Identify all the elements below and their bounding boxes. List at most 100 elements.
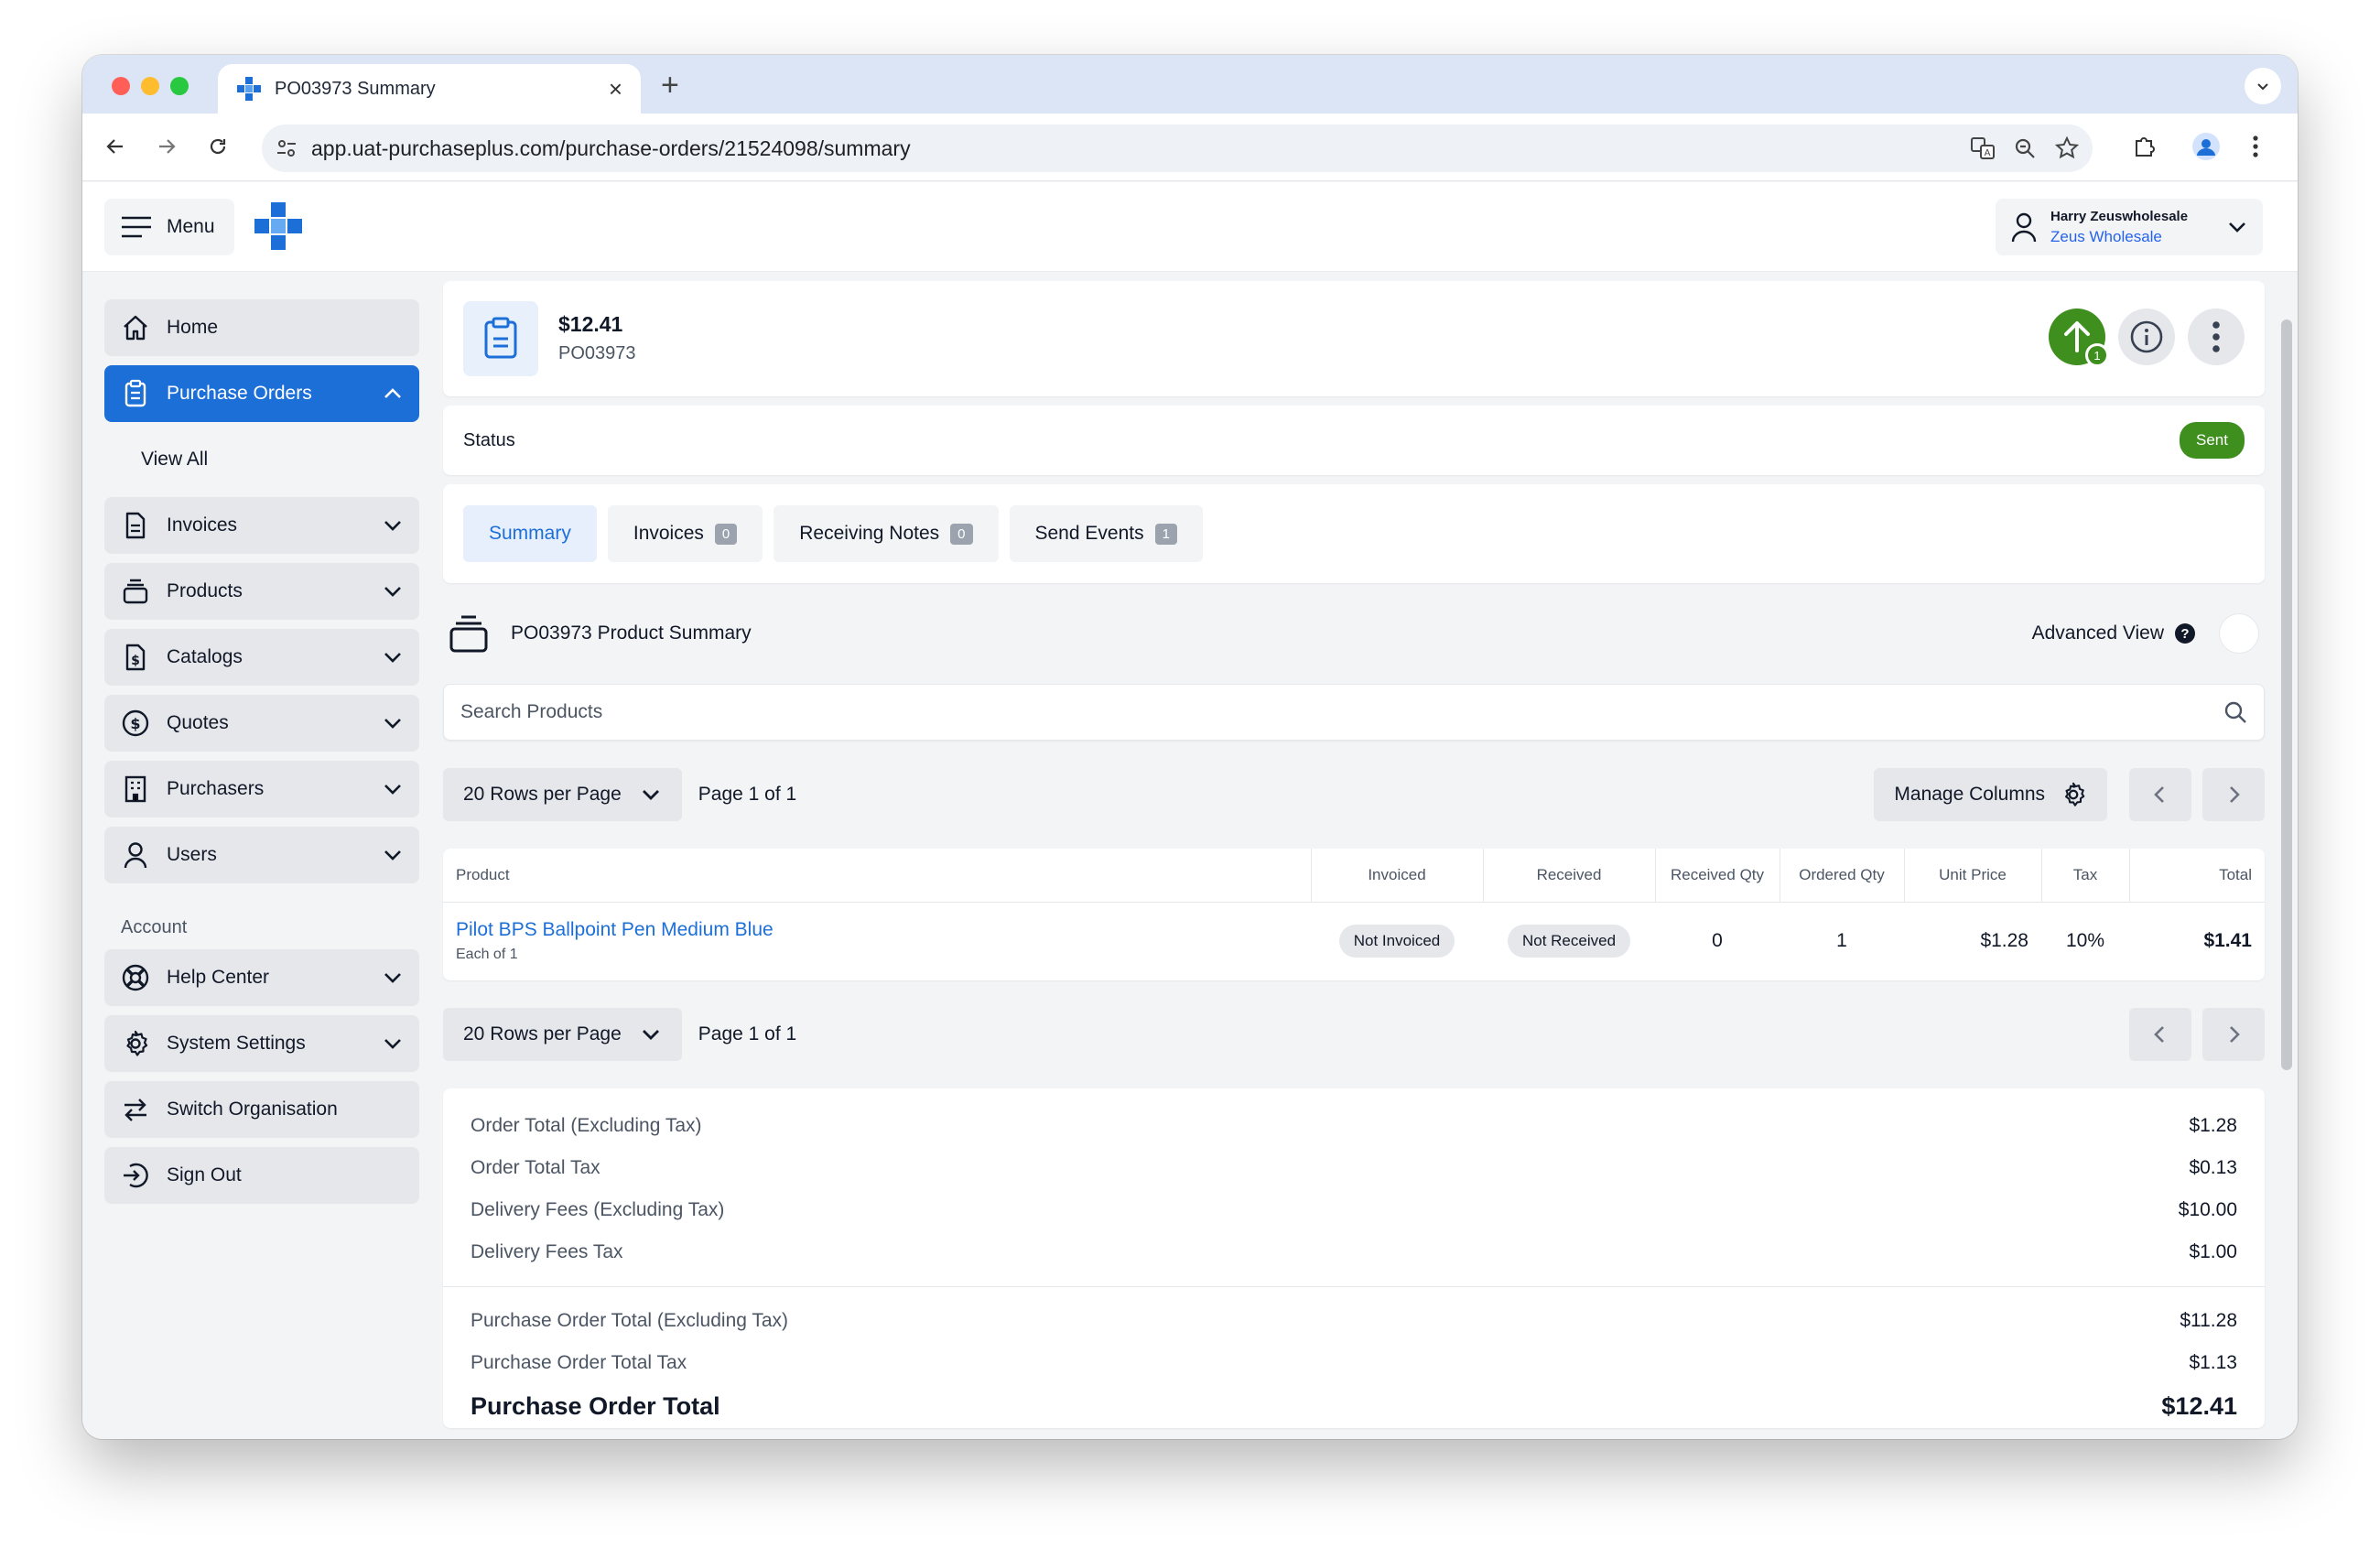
sidebar-item-catalogs[interactable]: $ Catalogs [104, 629, 419, 686]
help-question-icon[interactable]: ? [2175, 623, 2195, 644]
chevron-down-icon [384, 653, 401, 663]
user-organisation: Zeus Wholesale [2050, 227, 2162, 245]
sidebar-item-switch-organisation[interactable]: Switch Organisation [104, 1081, 419, 1138]
site-settings-icon[interactable] [275, 136, 298, 160]
tab-search-button[interactable] [2245, 68, 2281, 104]
sidebar-item-users[interactable]: Users [104, 827, 419, 883]
product-name-link[interactable]: Pilot BPS Ballpoint Pen Medium Blue [456, 919, 1298, 941]
favicon-icon [237, 77, 261, 101]
total-cell: $1.41 [2203, 930, 2252, 952]
sidebar-item-products[interactable]: Products [104, 563, 419, 620]
zoom-icon[interactable] [2012, 135, 2038, 161]
totals-value: $1.13 [2189, 1352, 2237, 1373]
chevron-down-icon [642, 1030, 659, 1040]
tab-invoices[interactable]: Invoices 0 [607, 505, 763, 562]
next-page-button[interactable] [2202, 1008, 2265, 1061]
close-window-button[interactable] [112, 77, 130, 95]
manage-columns-button[interactable]: Manage Columns [1874, 768, 2107, 821]
info-button[interactable] [2118, 309, 2175, 365]
sidebar-subitem-view-all[interactable]: View All [104, 431, 419, 488]
search-products-bar [443, 684, 2265, 741]
reload-icon[interactable] [201, 130, 234, 163]
sidebar-item-sign-out[interactable]: Sign Out [104, 1147, 419, 1204]
gear-icon [2065, 782, 2085, 806]
page-indicator: Page 1 of 1 [698, 784, 797, 805]
previous-page-button[interactable] [2129, 768, 2191, 821]
browser-menu-icon[interactable] [2239, 130, 2272, 163]
tab-label: Receiving Notes [799, 523, 940, 544]
user-menu-button[interactable]: Harry Zeuswholesale Zeus Wholesale [1996, 199, 2263, 255]
main-content: $12.41 PO03973 1 Status Sent Summary Inv… [443, 281, 2265, 1428]
address-bar[interactable]: app.uat-purchaseplus.com/purchase-orders… [262, 124, 2093, 172]
clipboard-icon [484, 317, 517, 359]
advanced-view-toggle[interactable] [2219, 613, 2259, 654]
search-icon[interactable] [2223, 700, 2247, 724]
column-header[interactable]: Invoiced [1310, 849, 1483, 903]
chevron-right-icon [2230, 1026, 2240, 1043]
totals-value: $11.28 [2180, 1310, 2237, 1331]
chevron-left-icon [2154, 1026, 2164, 1043]
sidebar-item-purchase-orders[interactable]: Purchase Orders [104, 365, 419, 422]
rows-per-page-select[interactable]: 20 Rows per Page [443, 768, 682, 821]
tab-summary[interactable]: Summary [463, 505, 597, 562]
translate-icon[interactable]: A [1970, 135, 1996, 161]
totals-value: $10.00 [2178, 1199, 2237, 1220]
svg-text:$: $ [131, 654, 140, 668]
status-label: Status [463, 429, 515, 450]
tab-count-badge: 0 [714, 523, 738, 545]
gear-icon [126, 1030, 148, 1056]
dollar-document-icon: $ [125, 644, 146, 671]
column-header[interactable]: Received [1482, 849, 1655, 903]
tab-send-events[interactable]: Send Events 1 [1009, 505, 1203, 562]
status-card: Status Sent [443, 406, 2265, 475]
maximize-window-button[interactable] [170, 77, 189, 95]
new-tab-icon[interactable]: + [661, 68, 679, 103]
back-icon[interactable] [99, 130, 132, 163]
extensions-icon[interactable] [2127, 130, 2160, 163]
product-summary-title: PO03973 Product Summary [511, 622, 752, 644]
sidebar-item-help-center[interactable]: Help Center [104, 949, 419, 1006]
po-actions: 1 [2049, 309, 2245, 367]
column-header[interactable]: Received Qty [1654, 849, 1780, 903]
products-table: Product Invoiced Received Received Qty O… [443, 849, 2265, 980]
sidebar-item-purchasers[interactable]: Purchasers [104, 761, 419, 817]
column-header[interactable]: Total [2128, 849, 2265, 903]
previous-page-button[interactable] [2129, 1008, 2191, 1061]
tab-receiving-notes[interactable]: Receiving Notes 0 [774, 505, 999, 562]
chevron-down-icon [384, 587, 401, 597]
sidebar-item-label: Home [167, 317, 219, 338]
forward-icon[interactable] [150, 130, 183, 163]
purchaseplus-logo[interactable] [253, 200, 304, 252]
ordered-qty-cell: 1 [1836, 930, 1847, 952]
rows-per-page-select[interactable]: 20 Rows per Page [443, 1008, 682, 1061]
tabs-card: Summary Invoices 0 Receiving Notes 0 Sen… [443, 484, 2265, 583]
sidebar-item-system-settings[interactable]: System Settings [104, 1015, 419, 1072]
column-header[interactable]: Unit Price [1903, 849, 2041, 903]
tab-close-icon[interactable]: × [609, 75, 622, 103]
sidebar-item-home[interactable]: Home [104, 299, 419, 356]
rows-per-page-label: 20 Rows per Page [463, 1023, 622, 1045]
search-products-input[interactable] [460, 701, 2223, 723]
browser-window: PO03973 Summary × + app.uat-purchaseplus… [82, 55, 2298, 1439]
totals-value: $0.13 [2189, 1157, 2237, 1178]
column-header[interactable]: Tax [2040, 849, 2129, 903]
next-page-button[interactable] [2202, 768, 2265, 821]
column-header[interactable]: Ordered Qty [1779, 849, 1904, 903]
sidebar-item-invoices[interactable]: Invoices [104, 497, 419, 554]
browser-tab[interactable]: PO03973 Summary × [218, 64, 641, 114]
minimize-window-button[interactable] [141, 77, 159, 95]
url-text[interactable]: app.uat-purchaseplus.com/purchase-orders… [311, 136, 1970, 161]
more-options-button[interactable] [2188, 309, 2245, 365]
page-scrollbar[interactable] [2281, 319, 2292, 1070]
menu-button[interactable]: Menu [104, 199, 234, 255]
grand-total-label: Purchase Order Total [471, 1391, 720, 1420]
totals-label: Purchase Order Total (Excluding Tax) [471, 1310, 789, 1331]
unit-price-cell: $1.28 [1980, 930, 2028, 952]
sidebar-item-quotes[interactable]: $ Quotes [104, 695, 419, 752]
po-amount: $12.41 [558, 312, 623, 336]
bookmark-star-icon[interactable] [2054, 135, 2080, 161]
column-header[interactable]: Product [443, 849, 1311, 903]
profile-icon[interactable] [2190, 130, 2223, 163]
advanced-view-label: Advanced View [2031, 622, 2164, 644]
send-po-button[interactable]: 1 [2049, 309, 2109, 367]
